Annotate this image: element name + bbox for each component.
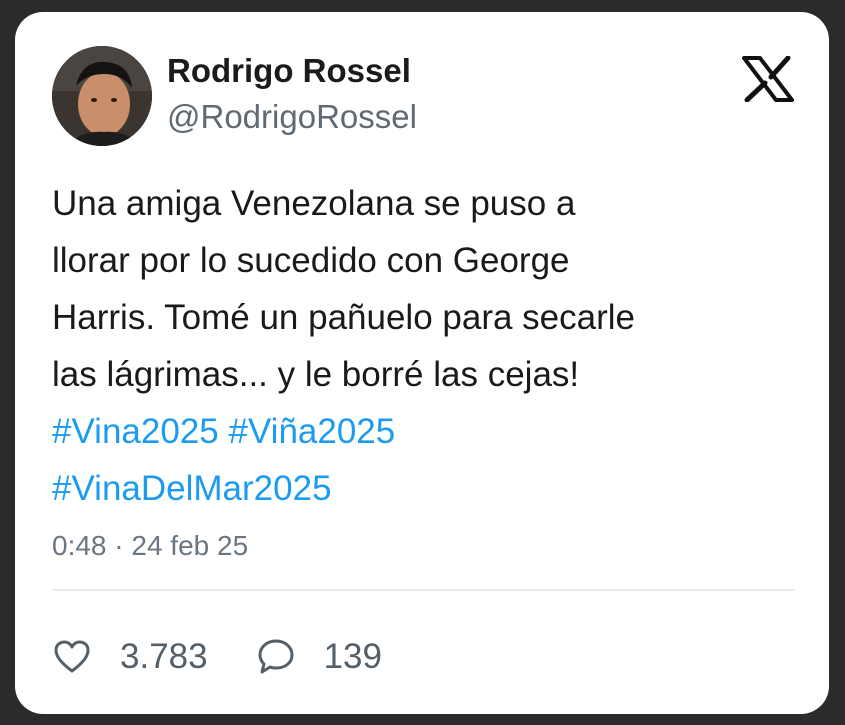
tweet-text: Una amiga Venezolana se puso a llorar po…: [52, 175, 812, 517]
tweet-timestamp[interactable]: 0:48 · 24 feb 25: [52, 530, 248, 562]
tweet-text-line: las lágrimas... y le borré las cejas!: [52, 355, 580, 394]
x-logo-icon[interactable]: [742, 55, 794, 103]
speech-bubble-icon: [256, 637, 296, 677]
divider: [52, 589, 795, 591]
tweet-actions: 3.783 139: [52, 632, 382, 682]
avatar-photo: [52, 46, 152, 146]
author-display-name[interactable]: Rodrigo Rossel: [167, 52, 411, 90]
reply-count: 139: [323, 637, 382, 676]
screenshot-frame: Rodrigo Rossel @RodrigoRossel Una amiga …: [0, 0, 845, 725]
hashtag-line: #VinaDelMar2025: [52, 460, 812, 517]
reply-button[interactable]: 139: [256, 637, 382, 677]
author-handle[interactable]: @RodrigoRossel: [167, 98, 417, 136]
avatar[interactable]: [52, 46, 152, 146]
like-button[interactable]: 3.783: [52, 637, 208, 677]
heart-icon: [52, 637, 92, 677]
hashtag-line: #Vina2025 #Viña2025: [52, 403, 812, 460]
tweet-card: Rodrigo Rossel @RodrigoRossel Una amiga …: [15, 12, 829, 714]
hashtag-link[interactable]: #VinaDelMar2025: [52, 469, 332, 508]
like-count: 3.783: [120, 637, 208, 676]
hashtag-link[interactable]: #Vina2025: [52, 412, 219, 451]
tweet-text-line: Una amiga Venezolana se puso a: [52, 184, 576, 223]
tweet-text-line: llorar por lo sucedido con George: [52, 241, 570, 280]
hashtag-link[interactable]: #Viña2025: [228, 412, 395, 451]
tweet-text-line: Harris. Tomé un pañuelo para secarle: [52, 298, 636, 337]
